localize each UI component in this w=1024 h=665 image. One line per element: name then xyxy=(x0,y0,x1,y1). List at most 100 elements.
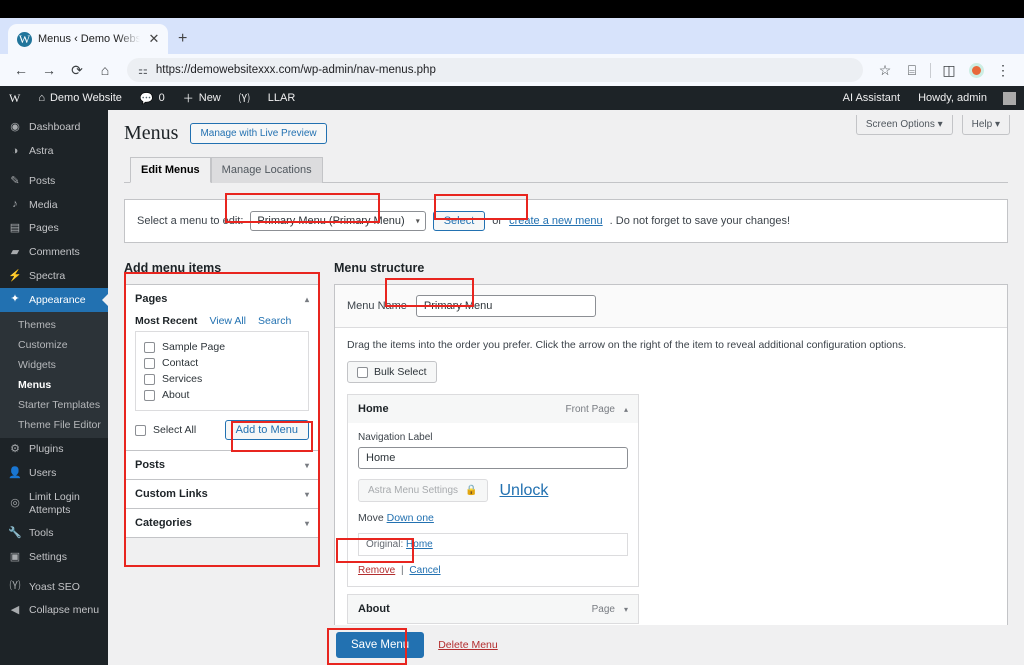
tab-most-recent[interactable]: Most Recent xyxy=(135,315,197,327)
list-item[interactable]: Services xyxy=(144,371,300,387)
tab-edit-menus[interactable]: Edit Menus xyxy=(130,157,211,183)
sidebar-item-limit-login-attempts[interactable]: ◎ Limit Login Attempts xyxy=(0,486,108,522)
howdy-item[interactable]: Howdy, admin xyxy=(909,86,996,110)
sidebar-item-astra[interactable]: ◑ Astra xyxy=(0,140,108,164)
fingerprint-icon: ◎ xyxy=(10,496,20,509)
add-to-menu-button[interactable]: Add to Menu xyxy=(224,420,309,440)
sidebar-item-appearance[interactable]: ✦ Appearance xyxy=(0,288,108,312)
chevron-up-icon[interactable]: ▴ xyxy=(624,405,628,414)
ai-assistant-item[interactable]: AI Assistant xyxy=(834,86,909,110)
sidebar-item-tools[interactable]: 🔧 Tools xyxy=(0,522,108,546)
sidebar-item-settings[interactable]: ▣ Settings xyxy=(0,546,108,570)
checkbox-select-all[interactable] xyxy=(135,424,146,436)
sidebar-item-widgets[interactable]: Widgets xyxy=(0,355,108,375)
chevron-up-icon[interactable]: ▴ xyxy=(305,295,309,304)
checkbox-bulk-select[interactable] xyxy=(357,366,368,378)
posts-section-header[interactable]: Posts ▾ xyxy=(125,451,319,479)
checkbox-about[interactable] xyxy=(144,389,155,401)
wp-logo-icon[interactable]: W xyxy=(0,86,29,110)
sidebar-item-customize[interactable]: Customize xyxy=(0,335,108,355)
page-info-icon[interactable]: ⚏ xyxy=(138,64,148,77)
manage-with-live-preview-button[interactable]: Manage with Live Preview xyxy=(190,123,327,144)
bulk-select-toggle[interactable]: Bulk Select xyxy=(347,361,437,383)
help-button[interactable]: Help ▾ xyxy=(961,115,1010,135)
cancel-link[interactable]: Cancel xyxy=(409,565,440,576)
select-button[interactable]: Select xyxy=(432,211,486,231)
remove-link[interactable]: Remove xyxy=(358,565,395,576)
sidebar-item-posts[interactable]: ✎ Posts xyxy=(0,170,108,194)
chevron-down-icon[interactable]: ▾ xyxy=(305,490,309,499)
checkbox-contact[interactable] xyxy=(144,357,155,369)
comments-count: 0 xyxy=(158,92,165,104)
sidebar-item-pages[interactable]: ▤ Pages xyxy=(0,217,108,241)
sidebar-item-collapse-menu[interactable]: ◀ Collapse menu xyxy=(0,599,108,623)
tab-view-all[interactable]: View All xyxy=(209,315,246,327)
sidebar-item-yoast-seo[interactable]: 🄨 Yoast SEO xyxy=(0,575,108,599)
add-menu-items-accordion: Pages ▴ Most Recent View All Search Samp… xyxy=(124,284,320,538)
astra-menu-settings-button[interactable]: Astra Menu Settings 🔒 xyxy=(358,479,488,502)
list-item[interactable]: Sample Page xyxy=(144,339,300,355)
sidebar-item-menus[interactable]: Menus xyxy=(0,375,108,395)
list-item[interactable]: About xyxy=(144,387,300,403)
sidebar-item-media[interactable]: ♪ Media xyxy=(0,193,108,217)
menu-item-header[interactable]: Home Front Page ▴ xyxy=(348,395,638,423)
sidebar-item-dashboard[interactable]: ◉ Dashboard xyxy=(0,116,108,140)
close-icon[interactable]: ✕ xyxy=(146,31,162,47)
menu-select[interactable]: Primary Menu (Primary Menu) xyxy=(250,211,426,231)
pages-section-header[interactable]: Pages ▴ xyxy=(125,285,319,313)
tab-manage-locations[interactable]: Manage Locations xyxy=(210,157,323,183)
unlock-link[interactable]: Unlock xyxy=(500,482,549,500)
checkbox-sample-page[interactable] xyxy=(144,341,155,353)
list-item[interactable]: Contact xyxy=(144,355,300,371)
astra-settings-row: Astra Menu Settings 🔒 Unlock xyxy=(358,479,628,502)
checkbox-services[interactable] xyxy=(144,373,155,385)
select-all-row[interactable]: Select All xyxy=(135,424,196,436)
home-icon[interactable]: ⌂ xyxy=(92,57,118,83)
forward-icon[interactable]: → xyxy=(36,57,62,83)
sidebar-item-plugins[interactable]: ⚙ Plugins xyxy=(0,438,108,462)
move-down-one-link[interactable]: Down one xyxy=(387,512,434,524)
create-new-menu-link[interactable]: create a new menu xyxy=(509,215,603,227)
address-bar[interactable]: ⚏ https://demowebsitexxx.com/wp-admin/na… xyxy=(127,58,863,82)
move-label: Move xyxy=(358,512,384,524)
original-link[interactable]: Home xyxy=(406,539,433,550)
chevron-down-icon[interactable]: ▾ xyxy=(305,519,309,528)
browser-tab[interactable]: W Menus ‹ Demo Website — Wo ✕ xyxy=(8,24,168,54)
custom-links-section-header[interactable]: Custom Links ▾ xyxy=(125,480,319,508)
profile-avatar[interactable] xyxy=(963,57,989,83)
chevron-down-icon[interactable]: ▾ xyxy=(305,461,309,470)
sidebar-item-themes[interactable]: Themes xyxy=(0,315,108,335)
browser-menu-icon[interactable]: ⋮ xyxy=(990,57,1016,83)
llar-item[interactable]: LLAR xyxy=(259,86,305,110)
delete-menu-link[interactable]: Delete Menu xyxy=(438,639,498,651)
separator: | xyxy=(401,565,404,576)
sidebar-item-comments[interactable]: ▰ Comments xyxy=(0,241,108,265)
navigation-label-input[interactable] xyxy=(358,447,628,469)
new-tab-icon[interactable]: + xyxy=(178,31,187,47)
reload-icon[interactable]: ⟳ xyxy=(64,57,90,83)
avatar xyxy=(1003,91,1016,105)
bookmark-icon[interactable]: ☆ xyxy=(872,57,898,83)
yoast-seo-item[interactable]: 🄨 xyxy=(230,86,259,110)
side-panel-icon[interactable]: ◫ xyxy=(936,57,962,83)
back-icon[interactable]: ← xyxy=(8,57,34,83)
comments-item[interactable]: 💬 0 xyxy=(131,86,174,110)
howdy-label: Howdy, admin xyxy=(918,92,987,104)
save-menu-button[interactable]: Save Menu xyxy=(336,632,425,658)
sidebar-item-spectra[interactable]: ⚡ Spectra xyxy=(0,265,108,289)
sidebar-item-label: Tools xyxy=(29,527,54,540)
sidebar-item-starter-templates[interactable]: Starter Templates xyxy=(0,395,108,415)
menu-item-header[interactable]: About Page ▾ xyxy=(348,595,638,623)
menu-name-input[interactable] xyxy=(415,295,596,317)
new-content-item[interactable]: ＋ New xyxy=(174,86,230,110)
site-name-item[interactable]: ⌂ Demo Website xyxy=(29,86,131,110)
menu-item-home[interactable]: Home Front Page ▴ Navigation Label Home … xyxy=(347,394,639,587)
categories-section-header[interactable]: Categories ▾ xyxy=(125,509,319,537)
extensions-icon[interactable]: ⌸ xyxy=(899,57,925,83)
sidebar-item-users[interactable]: 👤 Users xyxy=(0,462,108,486)
menu-item-about[interactable]: About Page ▾ xyxy=(347,594,639,624)
chevron-down-icon[interactable]: ▾ xyxy=(624,605,628,614)
tab-search[interactable]: Search xyxy=(258,315,291,327)
screen-options-button[interactable]: Screen Options ▾ xyxy=(855,115,953,135)
sidebar-item-theme-file-editor[interactable]: Theme File Editor xyxy=(0,415,108,435)
